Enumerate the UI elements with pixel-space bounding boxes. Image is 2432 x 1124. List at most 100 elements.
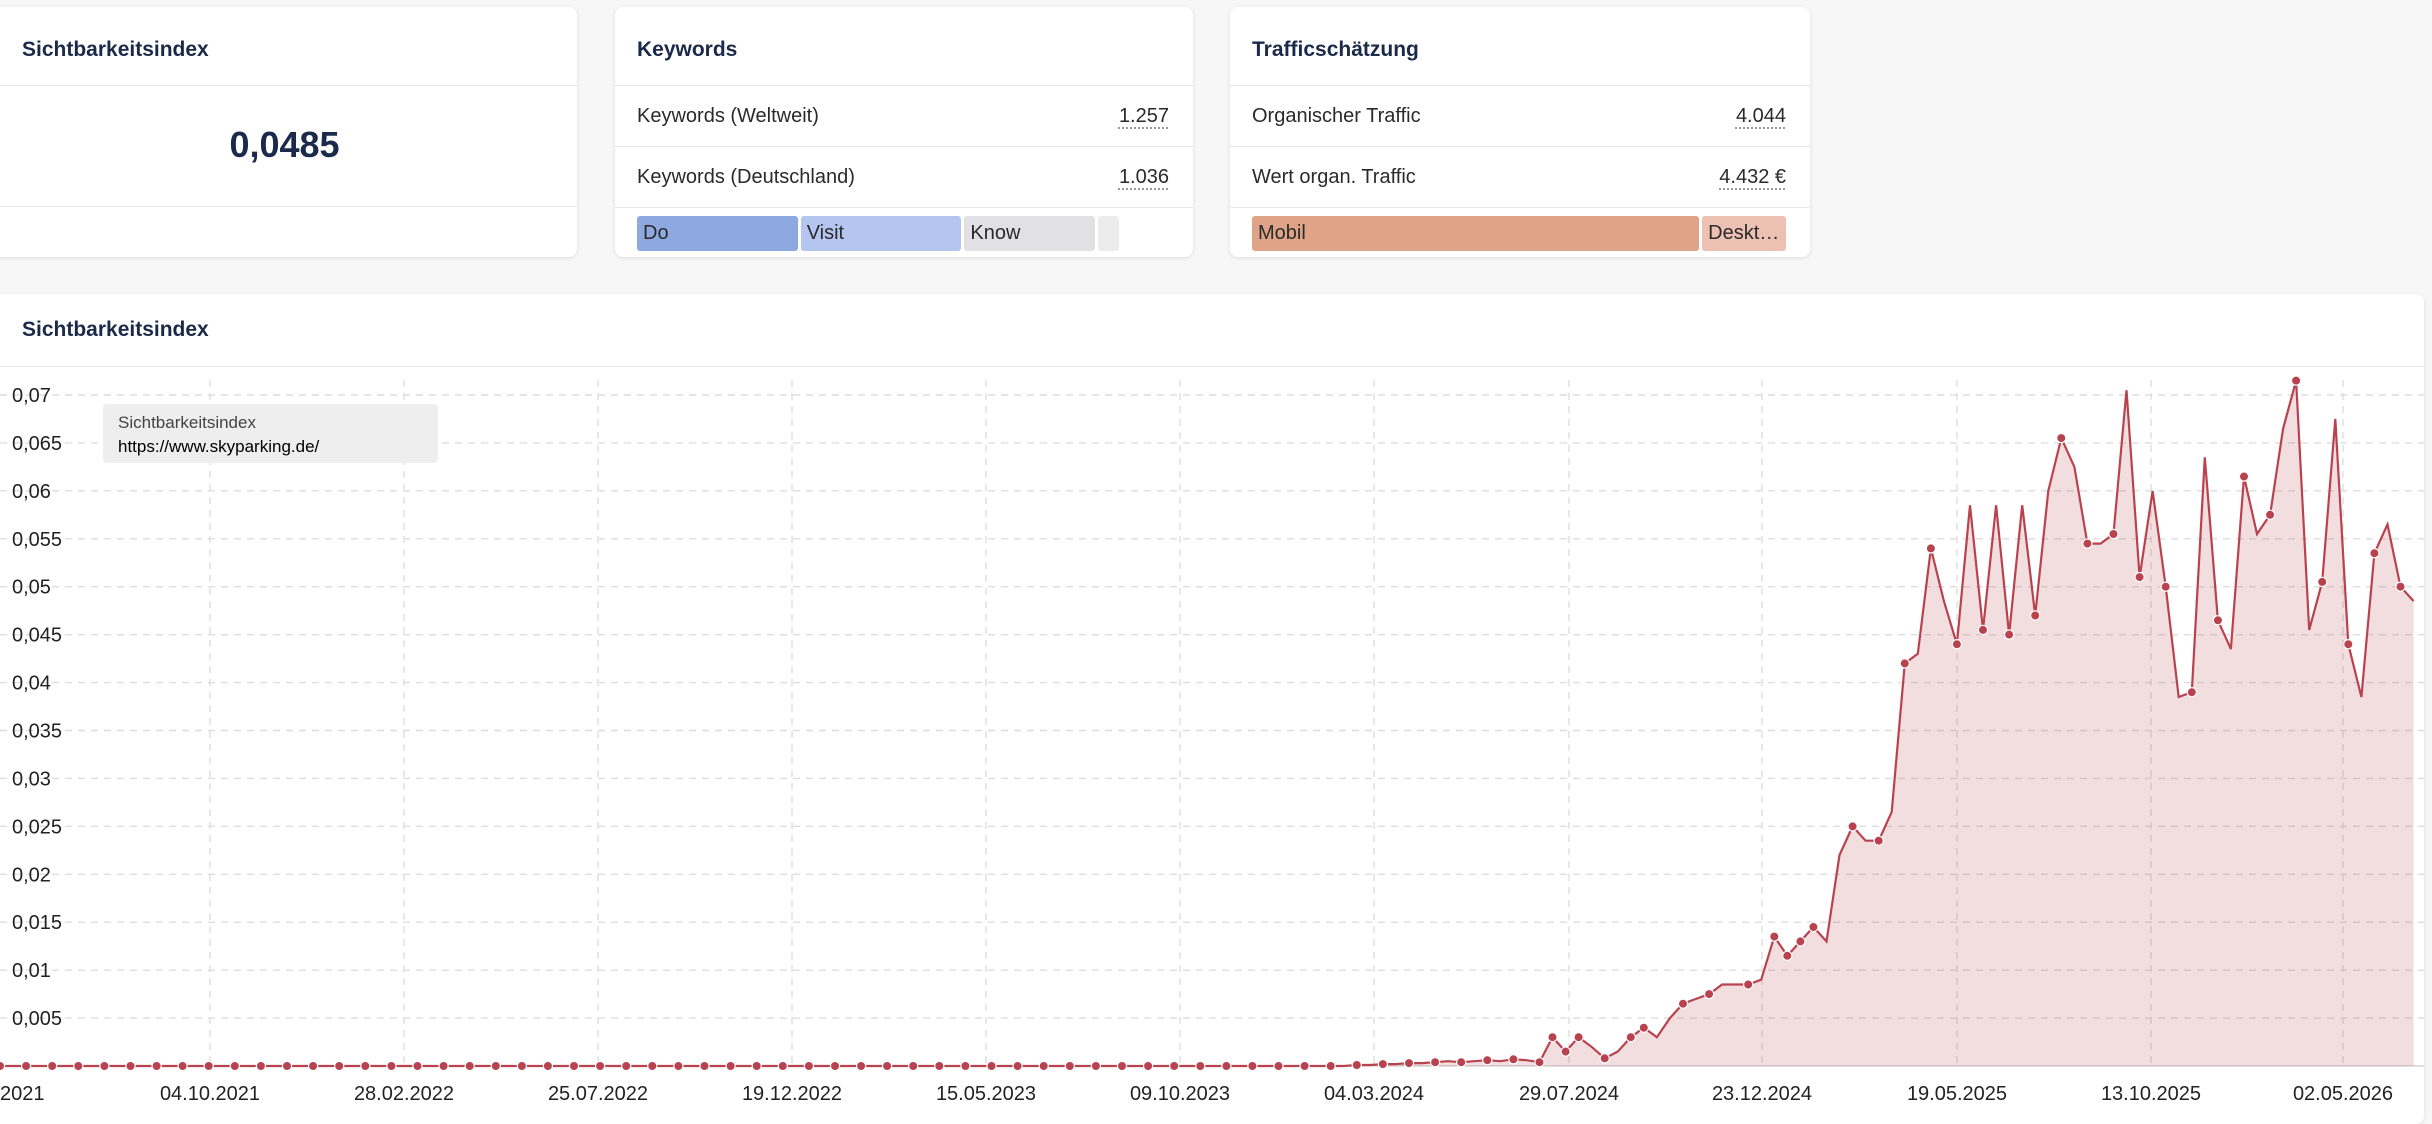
series-point[interactable]	[1977, 624, 1989, 636]
series-point[interactable]	[1899, 658, 1911, 669]
series-point[interactable]	[1808, 921, 1819, 933]
series-point[interactable]	[1090, 1060, 1102, 1072]
series-point[interactable]	[2264, 509, 2276, 520]
series-point[interactable]	[2290, 375, 2302, 386]
series-point[interactable]	[2212, 615, 2224, 626]
series-point[interactable]	[2316, 576, 2328, 588]
series-point[interactable]	[751, 1060, 762, 1072]
visibility-line-chart[interactable]: 0,07 0,065 0,06 0,055 0,05 0,045 0,04 0,035 0,03…	[0, 0, 2432, 1114]
series-point[interactable]	[1847, 821, 1858, 832]
series-point[interactable]	[2134, 571, 2145, 583]
series-point[interactable]	[2003, 629, 2015, 640]
series-point[interactable]	[1573, 1031, 1584, 1043]
series-point[interactable]	[2108, 528, 2119, 540]
series-point[interactable]	[1795, 936, 1806, 947]
series-point[interactable]	[2238, 471, 2250, 482]
series-point[interactable]	[725, 1060, 736, 1072]
series-point[interactable]	[1351, 1059, 1363, 1071]
series-point[interactable]	[464, 1060, 475, 1072]
series-point[interactable]	[2369, 548, 2380, 559]
series-point[interactable]	[1116, 1060, 1128, 1072]
series-point[interactable]	[2056, 432, 2067, 444]
series-point[interactable]	[99, 1060, 110, 1072]
series-point[interactable]	[568, 1060, 580, 1072]
series-point[interactable]	[255, 1060, 267, 1072]
series-point[interactable]	[1247, 1060, 1258, 1072]
y-tick-label: 0,05	[12, 577, 51, 599]
series-point[interactable]	[1560, 1046, 1571, 1057]
series-point[interactable]	[1951, 639, 1963, 650]
series-point[interactable]	[1273, 1060, 1284, 1072]
series-point[interactable]	[386, 1060, 397, 1072]
series-point[interactable]	[20, 1060, 32, 1072]
series-point[interactable]	[229, 1060, 240, 1072]
series-point[interactable]	[1012, 1060, 1023, 1072]
series-point[interactable]	[594, 1060, 606, 1072]
series-point[interactable]	[47, 1060, 58, 1072]
series-point[interactable]	[1038, 1060, 1049, 1072]
series-point[interactable]	[151, 1060, 162, 1072]
series-point[interactable]	[934, 1060, 945, 1072]
series-point[interactable]	[1638, 1022, 1650, 1033]
series-point[interactable]	[1534, 1056, 1545, 1068]
series-point[interactable]	[2082, 538, 2093, 549]
series-point[interactable]	[1455, 1056, 1467, 1068]
series-point[interactable]	[1625, 1031, 1637, 1043]
series-point[interactable]	[1299, 1060, 1310, 1072]
series-point[interactable]	[438, 1060, 449, 1072]
series-point[interactable]	[1221, 1060, 1232, 1072]
series-point[interactable]	[803, 1060, 815, 1072]
series-point[interactable]	[1677, 998, 1689, 1009]
series-point[interactable]	[490, 1060, 501, 1072]
series-point[interactable]	[1403, 1057, 1415, 1069]
series-point[interactable]	[1377, 1058, 1389, 1070]
series-point[interactable]	[1508, 1054, 1519, 1065]
series-point[interactable]	[2343, 639, 2354, 650]
series-point[interactable]	[960, 1060, 971, 1072]
series-point[interactable]	[1769, 931, 1780, 942]
series-point[interactable]	[360, 1060, 371, 1072]
series-point[interactable]	[1429, 1056, 1441, 1068]
series-point[interactable]	[2160, 581, 2171, 592]
series-point[interactable]	[1873, 835, 1884, 846]
series-point[interactable]	[2029, 610, 2041, 621]
series-point[interactable]	[881, 1060, 893, 1072]
series-point[interactable]	[699, 1060, 710, 1072]
x-tick-label: 19.05.2025	[1907, 1083, 2007, 1105]
series-point[interactable]	[621, 1060, 632, 1072]
series-point[interactable]	[334, 1060, 345, 1072]
series-point[interactable]	[73, 1060, 84, 1072]
series-point[interactable]	[777, 1060, 789, 1072]
series-point[interactable]	[1925, 543, 1937, 554]
y-tick-label: 0,005	[12, 1008, 62, 1030]
series-point[interactable]	[1168, 1060, 1180, 1072]
series-point[interactable]	[908, 1060, 919, 1072]
series-point[interactable]	[516, 1060, 528, 1072]
series-point[interactable]	[1703, 988, 1715, 1000]
series-point[interactable]	[542, 1060, 554, 1072]
series-point[interactable]	[1599, 1053, 1610, 1064]
series-point[interactable]	[2395, 581, 2406, 592]
series-point[interactable]	[647, 1060, 658, 1072]
series-point[interactable]	[281, 1060, 293, 1072]
x-tick-label: 04.10.2021	[160, 1083, 260, 1105]
series-point[interactable]	[1482, 1054, 1493, 1066]
series-point[interactable]	[412, 1060, 423, 1072]
series-point[interactable]	[1325, 1060, 1336, 1072]
series-point[interactable]	[2186, 687, 2197, 698]
series-point[interactable]	[673, 1060, 684, 1072]
series-point[interactable]	[1142, 1060, 1154, 1072]
series-point[interactable]	[203, 1060, 214, 1072]
series-point[interactable]	[177, 1060, 188, 1072]
series-point[interactable]	[307, 1060, 319, 1072]
series-point[interactable]	[1064, 1060, 1076, 1072]
series-point[interactable]	[986, 1060, 997, 1072]
series-point[interactable]	[1782, 950, 1793, 962]
series-point[interactable]	[125, 1060, 136, 1072]
series-point[interactable]	[1742, 979, 1754, 990]
series-point[interactable]	[855, 1060, 867, 1072]
series-point[interactable]	[1547, 1031, 1558, 1043]
series-point[interactable]	[0, 1060, 6, 1072]
series-point[interactable]	[1195, 1060, 1206, 1072]
series-point[interactable]	[829, 1060, 841, 1072]
